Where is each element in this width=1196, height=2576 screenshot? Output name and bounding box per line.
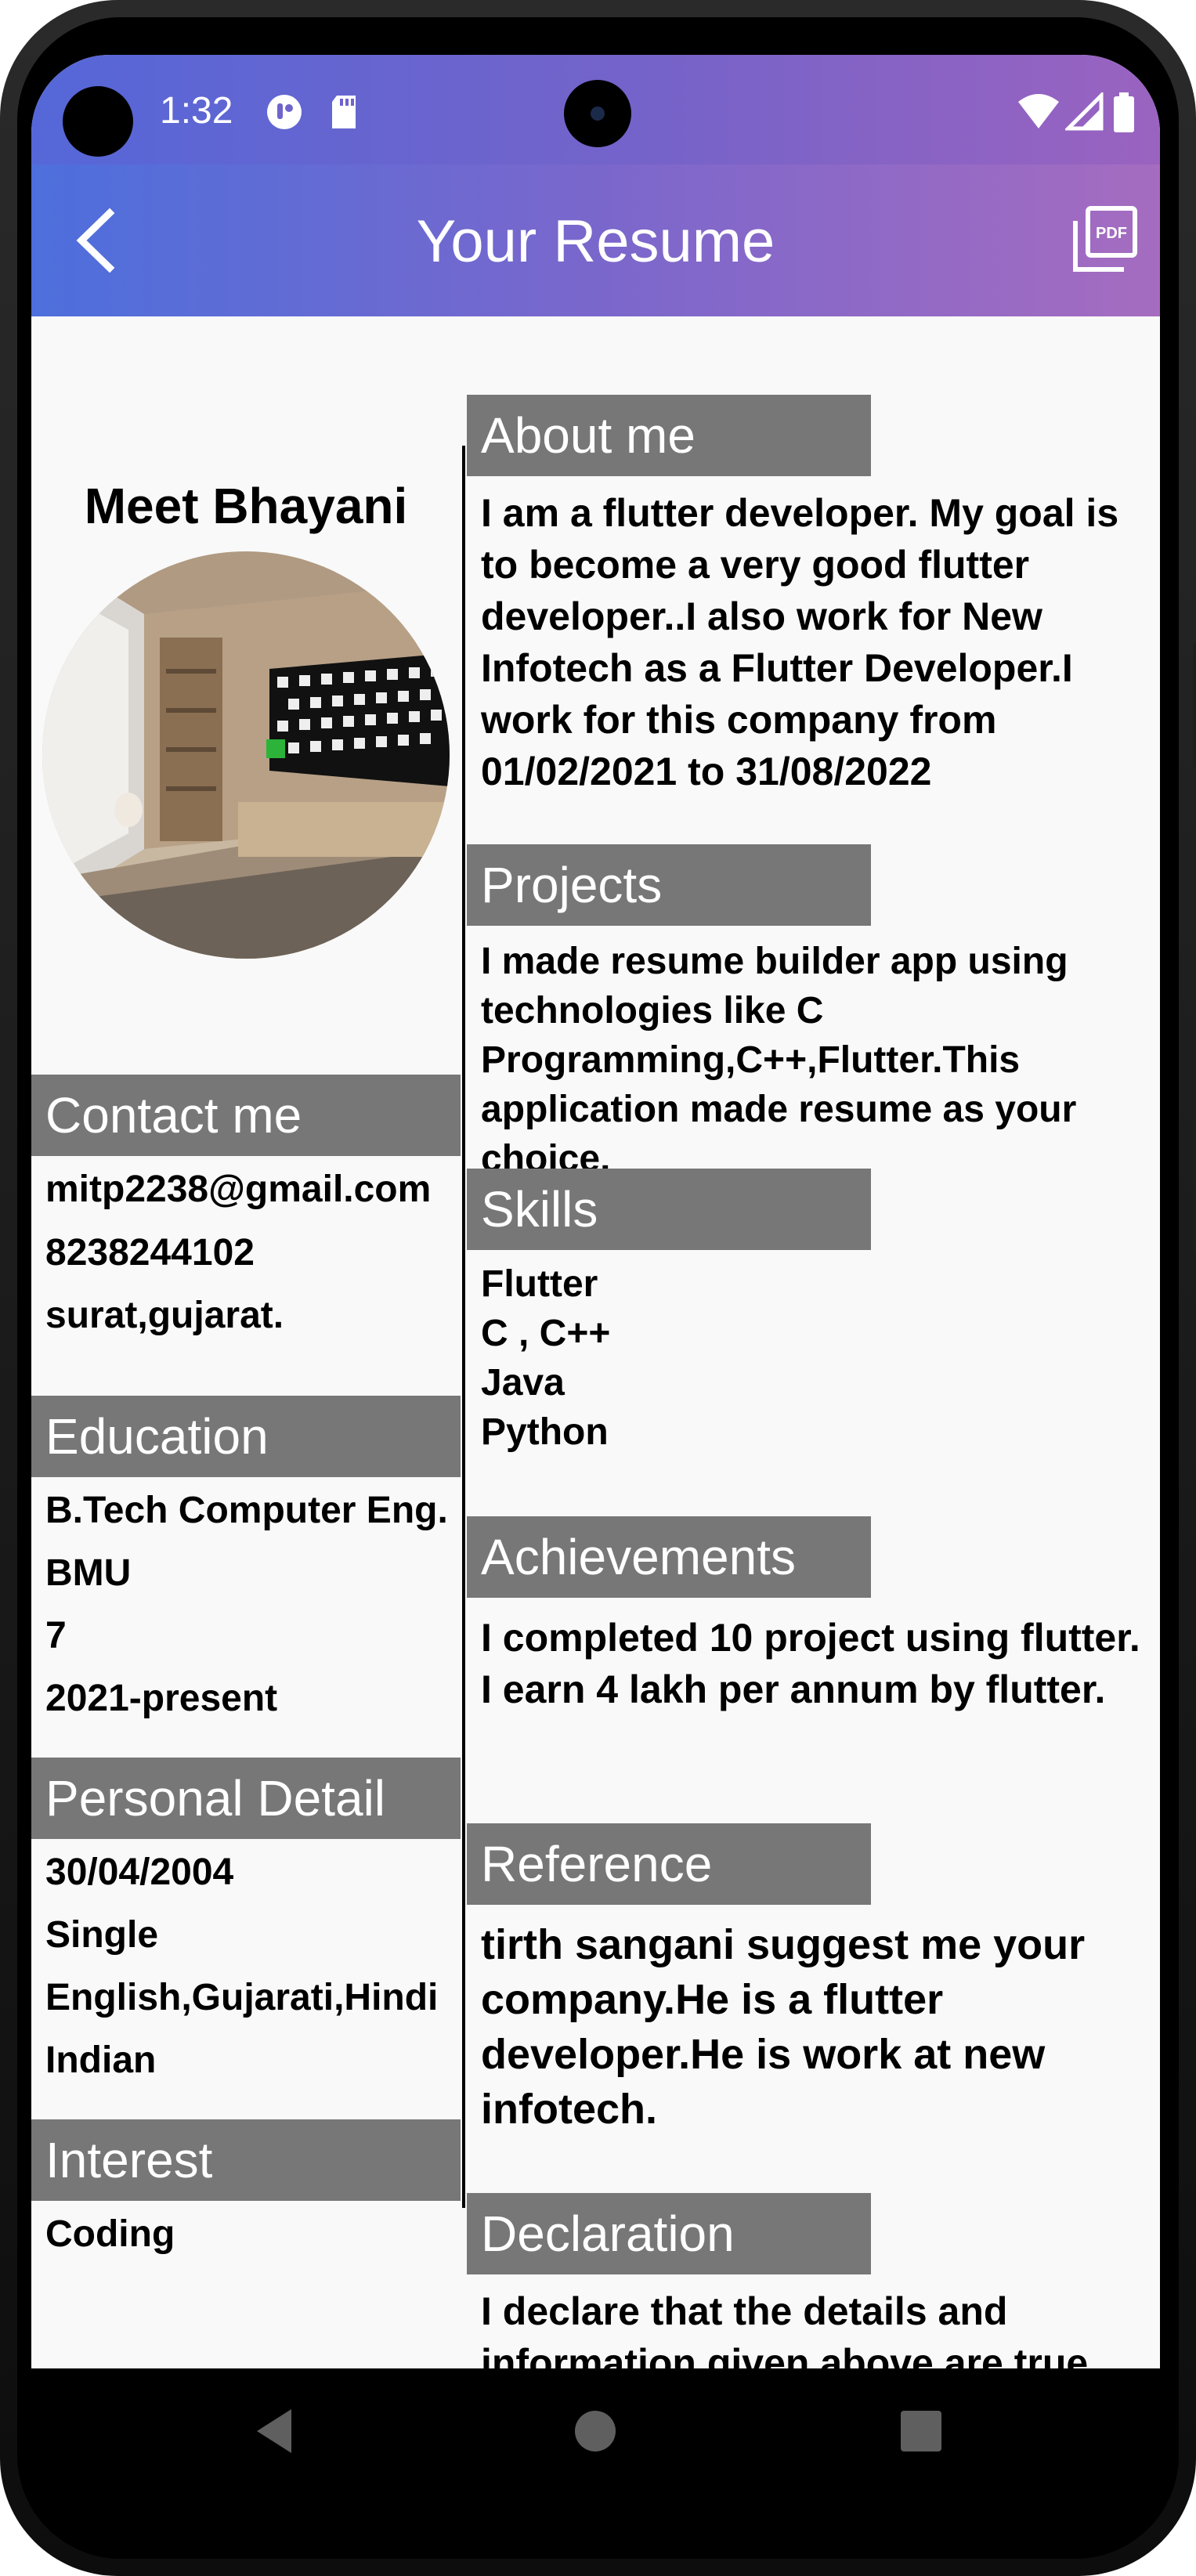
profile-photo bbox=[42, 551, 450, 959]
skills-heading: Skills bbox=[467, 1169, 871, 1250]
declaration-heading: Declaration bbox=[467, 2193, 871, 2274]
education-grade: 7 bbox=[45, 1615, 67, 1657]
phone-device: 1:32 Your Resume PDF Meet Bhayani Contac… bbox=[0, 0, 1196, 2576]
contact-address: surat,gujarat. bbox=[45, 1295, 284, 1336]
personal-marital: Single bbox=[45, 1914, 159, 1956]
personal-heading: Personal Detail bbox=[31, 1758, 461, 1839]
interest-value: Coding bbox=[45, 2213, 175, 2255]
skill-item: Python bbox=[481, 1411, 609, 1453]
skill-item: Flutter bbox=[481, 1263, 598, 1305]
app-bar: Your Resume PDF bbox=[31, 164, 1160, 316]
contact-heading: Contact me bbox=[31, 1075, 461, 1156]
power-button bbox=[1193, 1018, 1196, 1253]
projects-text: I made resume builder app using technolo… bbox=[481, 941, 1077, 1180]
column-divider bbox=[462, 446, 465, 2208]
export-pdf-button[interactable]: PDF bbox=[1069, 204, 1140, 274]
projects-heading: Projects bbox=[467, 844, 871, 926]
pdf-icon: PDF bbox=[1073, 206, 1137, 272]
notification-app-icon bbox=[267, 95, 302, 129]
status-time: 1:32 bbox=[160, 90, 233, 132]
nav-recents-button[interactable] bbox=[890, 2400, 952, 2462]
profile-name: Meet Bhayani bbox=[84, 478, 408, 534]
skill-item: C , C++ bbox=[481, 1313, 611, 1354]
achievement-item: I earn 4 lakh per annum by flutter. bbox=[481, 1667, 1106, 1711]
sd-card-icon bbox=[332, 96, 356, 128]
volume-button bbox=[1193, 642, 1196, 768]
about-text: I am a flutter developer. My goal is to … bbox=[481, 491, 1119, 793]
reference-text: tirth sangani suggest me your company.He… bbox=[481, 1921, 1086, 2133]
skill-item: Java bbox=[481, 1362, 565, 1404]
signal-icon bbox=[1065, 92, 1104, 131]
contact-phone: 8238244102 bbox=[45, 1232, 255, 1274]
front-sensor bbox=[63, 86, 133, 157]
system-nav-bar bbox=[31, 2368, 1160, 2498]
personal-nationality: Indian bbox=[45, 2039, 157, 2081]
personal-dob: 30/04/2004 bbox=[45, 1852, 234, 1893]
education-course: B.Tech Computer Eng. bbox=[45, 1490, 448, 1531]
interest-heading: Interest bbox=[31, 2119, 461, 2201]
contact-email: mitp2238@gmail.com bbox=[45, 1169, 432, 1210]
wifi-icon bbox=[1018, 94, 1059, 128]
front-camera bbox=[564, 80, 631, 147]
resume-content: Meet Bhayani Contact me mitp2238@gmail.c… bbox=[31, 316, 1160, 2385]
about-heading: About me bbox=[467, 395, 871, 476]
education-school: BMU bbox=[45, 1552, 132, 1594]
education-heading: Education bbox=[31, 1396, 461, 1477]
nav-back-button[interactable] bbox=[244, 2400, 307, 2462]
svg-text:PDF: PDF bbox=[1096, 225, 1127, 242]
reference-heading: Reference bbox=[467, 1823, 871, 1905]
achievements-heading: Achievements bbox=[467, 1516, 871, 1598]
screen: 1:32 Your Resume PDF Meet Bhayani Contac… bbox=[31, 55, 1160, 2498]
personal-languages: English,Gujarati,Hindi bbox=[45, 1977, 439, 2018]
skills-list: Flutter C , C++ Java Python bbox=[481, 1259, 1154, 1457]
education-years: 2021-present bbox=[45, 1678, 278, 1719]
nav-home-button[interactable] bbox=[564, 2400, 627, 2462]
achievements-text: I completed 10 project using flutter. I … bbox=[481, 1612, 1154, 1715]
battery-icon bbox=[1114, 92, 1134, 132]
status-bar: 1:32 bbox=[31, 55, 1160, 164]
page-title: Your Resume bbox=[416, 208, 775, 275]
achievement-item: I completed 10 project using flutter. bbox=[481, 1616, 1140, 1660]
